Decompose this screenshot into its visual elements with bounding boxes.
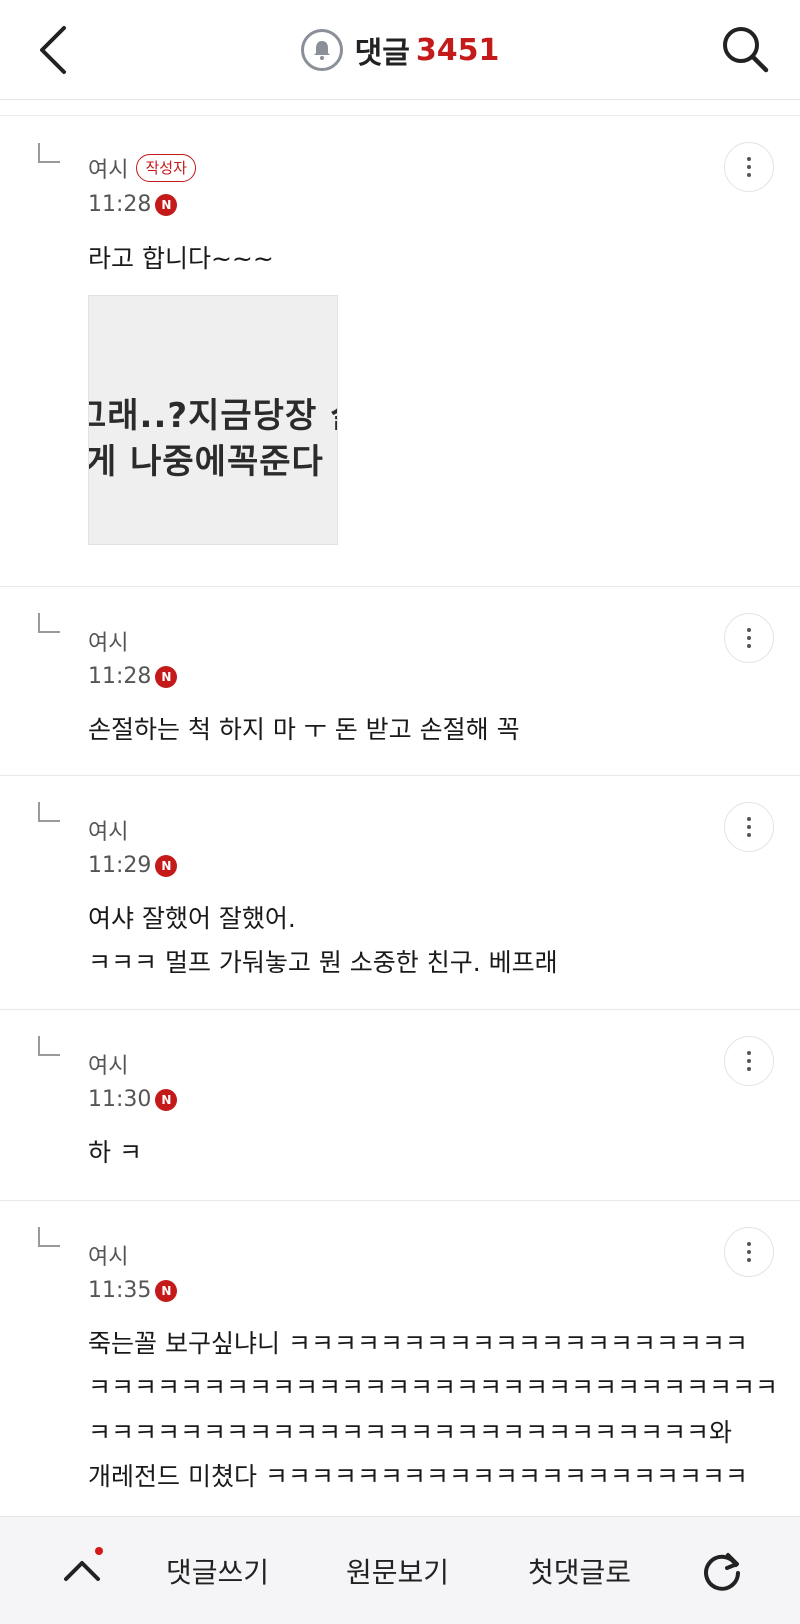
search-button[interactable] — [720, 24, 772, 76]
more-options-button[interactable] — [724, 1036, 774, 1086]
comment-count: 3451 — [415, 32, 500, 68]
comment-item: 여시 11:29 N 여샤 잘했어 잘했어. ㅋㅋㅋ 멀프 가둬놓고 뭔 소중한… — [0, 776, 800, 1010]
reply-indicator-icon — [38, 802, 60, 822]
more-options-button[interactable] — [724, 142, 774, 192]
more-options-button[interactable] — [724, 613, 774, 663]
comment-author[interactable]: 여시 — [88, 625, 128, 657]
notification-dot — [95, 1547, 103, 1555]
comment-author-row: 여시 — [88, 1239, 128, 1271]
kebab-dot-icon — [747, 636, 751, 640]
kebab-dot-icon — [747, 1242, 751, 1246]
page-title: 댓글 3451 — [0, 28, 800, 72]
kebab-dot-icon — [747, 173, 751, 177]
kebab-dot-icon — [747, 628, 751, 632]
new-badge: N — [155, 665, 178, 688]
kebab-dot-icon — [747, 157, 751, 161]
top-bar: 댓글 3451 — [0, 0, 800, 100]
kebab-dot-icon — [747, 1051, 751, 1055]
comment-author-row: 여시 — [88, 814, 128, 846]
comment-time: 11:30 — [88, 1087, 152, 1112]
kebab-dot-icon — [747, 644, 751, 648]
comment-sticker-image[interactable]: 그래..?지금당장 싫 게 나중에꼭준다 — [88, 295, 338, 545]
new-badge: N — [155, 854, 178, 877]
comment-item: 여시 11:35 N 죽는꼴 보구싶냐니 ㅋㅋㅋㅋㅋㅋㅋㅋㅋㅋㅋㅋㅋㅋㅋㅋㅋㅋㅋ… — [0, 1201, 800, 1516]
new-badge: N — [155, 1088, 178, 1111]
comment-meta: 11:35 N — [88, 1278, 178, 1303]
comment-author[interactable]: 여시 — [88, 1048, 128, 1080]
comment-text: 라고 합니다~~~ — [88, 244, 274, 273]
comment-item: 여시 11:28 N 손절하는 척 하지 마 ㅜ 돈 받고 손절해 꼭 — [0, 587, 800, 776]
bottom-toolbar: 댓글쓰기 원문보기 첫댓글로 — [0, 1516, 800, 1624]
kebab-dot-icon — [747, 817, 751, 821]
writer-badge: 작성자 — [136, 154, 196, 182]
sticker-text: 그래..?지금당장 싫 — [88, 396, 337, 436]
comment-text: 개레전드 미쳤다 ㅋㅋㅋㅋㅋㅋㅋㅋㅋㅋㅋㅋㅋㅋㅋㅋㅋㅋㅋㅋㅋ — [88, 1462, 748, 1491]
list-spacer — [0, 100, 800, 116]
comment-item: 여시 11:30 N 하 ㅋ — [0, 1010, 800, 1201]
comment-text: 여샤 잘했어 잘했어. — [88, 904, 296, 933]
comment-author-row: 여시 작성자 — [88, 152, 196, 184]
comment-author[interactable]: 여시 — [88, 1239, 128, 1271]
comment-time: 11:28 — [88, 664, 152, 689]
first-comment-button[interactable]: 첫댓글로 — [528, 1551, 631, 1591]
bell-icon — [313, 41, 330, 60]
comment-text: ㅋㅋㅋㅋㅋㅋㅋㅋㅋㅋㅋㅋㅋㅋㅋㅋㅋㅋㅋㅋㅋㅋㅋㅋㅋㅋㅋ와 — [88, 1418, 733, 1447]
comment-item: 여시 작성자 11:28 N 라고 합니다~~~ 그래..?지금당장 싫 게 나… — [0, 117, 800, 587]
comment-author-row: 여시 — [88, 1048, 128, 1080]
title-label: 댓글 — [354, 36, 410, 71]
kebab-dot-icon — [747, 1067, 751, 1071]
search-icon — [723, 27, 769, 73]
sticker-text: 게 나중에꼭준다 — [88, 442, 324, 482]
reply-indicator-icon — [38, 1036, 60, 1056]
comment-author[interactable]: 여시 — [88, 814, 128, 846]
kebab-dot-icon — [747, 1258, 751, 1262]
comment-text: ㅋㅋㅋㅋㅋㅋㅋㅋㅋㅋㅋㅋㅋㅋㅋㅋㅋㅋㅋㅋㅋㅋㅋㅋㅋㅋㅋㅋㅋㅋ — [88, 1373, 779, 1402]
reply-indicator-icon — [38, 143, 60, 163]
comment-text: 손절하는 척 하지 마 ㅜ 돈 받고 손절해 꼭 — [88, 715, 520, 744]
view-original-button[interactable]: 원문보기 — [346, 1551, 449, 1591]
write-comment-button[interactable]: 댓글쓰기 — [166, 1551, 269, 1591]
comment-meta: 11:28 N — [88, 664, 178, 689]
comment-author-row: 여시 — [88, 625, 128, 657]
new-badge: N — [155, 193, 178, 216]
kebab-dot-icon — [747, 1059, 751, 1063]
refresh-icon — [704, 1553, 740, 1591]
comment-time: 11:29 — [88, 853, 152, 878]
more-options-button[interactable] — [724, 1227, 774, 1277]
comment-text: 하 ㅋ — [88, 1138, 142, 1167]
reply-indicator-icon — [38, 613, 60, 633]
kebab-dot-icon — [747, 825, 751, 829]
kebab-dot-icon — [747, 165, 751, 169]
comment-author[interactable]: 여시 — [88, 152, 128, 184]
notification-toggle[interactable] — [300, 29, 343, 71]
comment-time: 11:35 — [88, 1278, 152, 1303]
comment-meta: 11:28 N — [88, 192, 178, 217]
comment-meta: 11:29 N — [88, 853, 178, 878]
comment-text: 죽는꼴 보구싶냐니 ㅋㅋㅋㅋㅋㅋㅋㅋㅋㅋㅋㅋㅋㅋㅋㅋㅋㅋㅋㅋ — [88, 1329, 748, 1358]
more-options-button[interactable] — [724, 802, 774, 852]
kebab-dot-icon — [747, 1250, 751, 1254]
kebab-dot-icon — [747, 833, 751, 837]
reply-indicator-icon — [38, 1227, 60, 1247]
comment-meta: 11:30 N — [88, 1087, 178, 1112]
refresh-button[interactable] — [698, 1547, 746, 1595]
new-badge: N — [155, 1279, 178, 1302]
comment-text: ㅋㅋㅋ 멀프 가둬놓고 뭔 소중한 친구. 베프래 — [88, 948, 558, 977]
comment-time: 11:28 — [88, 192, 152, 217]
